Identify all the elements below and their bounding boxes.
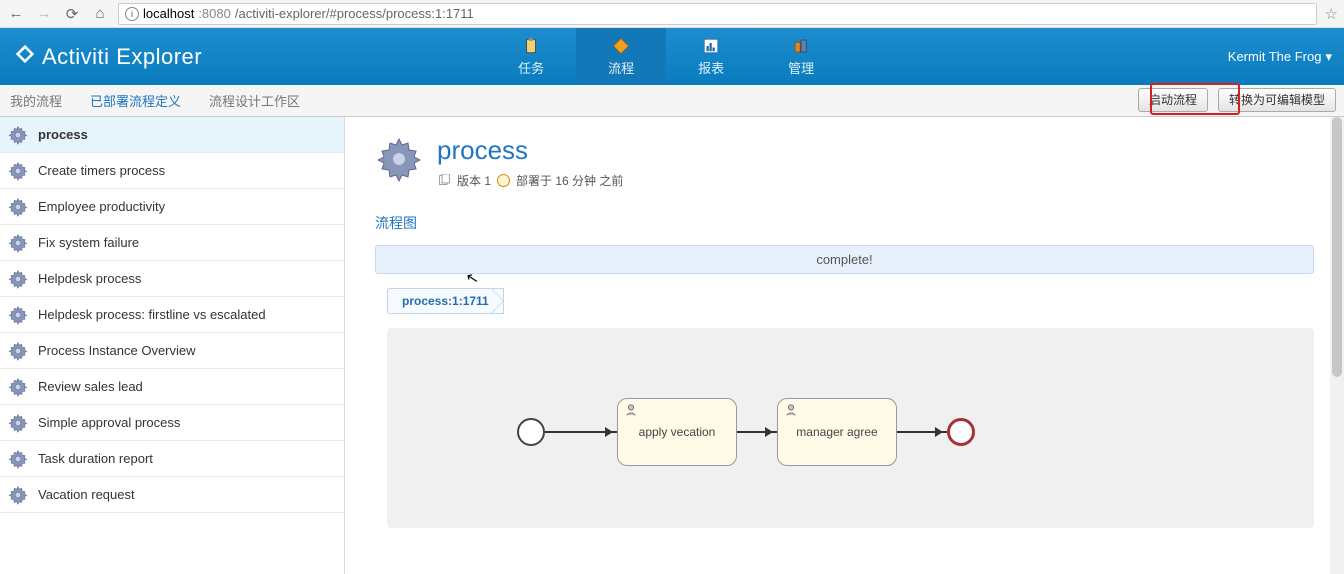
gear-icon [375,135,423,183]
home-button[interactable]: ⌂ [90,4,110,24]
nav-tab-label: 流程 [608,58,634,77]
sidebar: process Create timers process Employee pro… [0,117,345,574]
copy-icon [437,174,451,188]
top-nav: Activiti Explorer 任务 流程 报表 管理 Kermit The… [0,28,1344,85]
scrollbar[interactable] [1330,117,1344,574]
sidebar-item[interactable]: Simple approval process [0,405,344,441]
chevron-down-icon: ▾ [1325,49,1332,65]
gear-icon [8,197,28,217]
forward-button[interactable]: → [34,4,54,24]
url-port: :8080 [198,6,231,21]
bpmn-task-manager[interactable]: manager agree [777,398,897,466]
scrollbar-thumb[interactable] [1332,117,1342,377]
sidebar-item-label: Employee productivity [38,199,165,214]
chart-icon [702,37,720,55]
url-path: /activiti-explorer/#process/process:1:17… [235,6,474,21]
logo-sub: Explorer [116,44,202,69]
sidebar-item[interactable]: Review sales lead [0,369,344,405]
gear-icon [8,485,28,505]
address-bar[interactable]: i localhost :8080/activiti-explorer/#proc… [118,3,1317,25]
bpmn-task-apply[interactable]: apply vecation [617,398,737,466]
gear-icon [8,413,28,433]
sidebar-item[interactable]: Process Instance Overview [0,333,344,369]
nav-tab-label: 管理 [788,58,814,77]
nav-tab-reports[interactable]: 报表 [666,28,756,85]
user-icon [624,403,638,417]
browser-toolbar: ← → ⟳ ⌂ i localhost :8080/activiti-explor… [0,0,1344,28]
gear-icon [8,377,28,397]
nav-tab-label: 任务 [518,58,544,77]
sidebar-item-label: Vacation request [38,487,135,502]
buildings-icon [792,37,810,55]
task-label: apply vecation [639,425,716,439]
logo-brand: Activiti [42,44,110,69]
page-title: process [437,135,623,166]
breadcrumb[interactable]: process:1:1711 [387,288,504,314]
convert-model-button[interactable]: 转换为可编辑模型 [1218,88,1336,112]
deploy-label: 部署于 16 分钟 之前 [516,172,623,189]
gear-icon [8,269,28,289]
version-label: 版本 1 [457,172,491,189]
sidebar-item[interactable]: Vacation request [0,477,344,513]
sidebar-item-label: Process Instance Overview [38,343,196,358]
subnav-deployed[interactable]: 已部署流程定义 [90,91,181,110]
nav-tab-tasks[interactable]: 任务 [486,28,576,85]
bpmn-flow [897,431,947,433]
nav-tab-admin[interactable]: 管理 [756,28,846,85]
clipboard-icon [522,37,540,55]
bpmn-flow [545,431,617,433]
site-info-icon[interactable]: i [125,7,139,21]
gear-icon [8,233,28,253]
bpmn-flow [737,431,777,433]
bpmn-diagram[interactable]: apply vecation manager agree [387,328,1314,528]
status-bar: complete! [375,245,1314,274]
sidebar-item-label: Helpdesk process [38,271,141,286]
nav-tab-process[interactable]: 流程 [576,28,666,85]
logo[interactable]: Activiti Explorer [0,28,216,85]
diamond-icon [612,37,630,55]
sidebar-item-label: Create timers process [38,163,165,178]
sidebar-item[interactable]: Fix system failure [0,225,344,261]
sidebar-item-label: Simple approval process [38,415,180,430]
sidebar-item[interactable]: Helpdesk process [0,261,344,297]
bookmark-icon[interactable]: ☆ [1325,5,1338,23]
gear-icon [8,341,28,361]
clock-icon [497,174,510,187]
user-name: Kermit The Frog [1228,49,1322,64]
sidebar-item[interactable]: process [0,117,344,153]
subnav-my-process[interactable]: 我的流程 [10,91,62,110]
user-menu[interactable]: Kermit The Frog ▾ [1228,28,1332,85]
sidebar-item[interactable]: Helpdesk process: firstline vs escalated [0,297,344,333]
reload-button[interactable]: ⟳ [62,4,82,24]
section-title: 流程图 [375,213,1314,233]
gear-icon [8,305,28,325]
logo-icon [14,43,36,71]
nav-tabs: 任务 流程 报表 管理 [486,28,846,85]
sidebar-item-label: Review sales lead [38,379,143,394]
sidebar-item-label: Fix system failure [38,235,139,250]
bpmn-end-event[interactable] [947,418,975,446]
sidebar-item[interactable]: Task duration report [0,441,344,477]
sidebar-item[interactable]: Create timers process [0,153,344,189]
url-host: localhost [143,6,194,21]
bpmn-start-event[interactable] [517,418,545,446]
subnav-designer[interactable]: 流程设计工作区 [209,91,300,110]
sidebar-item-label: Helpdesk process: firstline vs escalated [38,307,266,322]
gear-icon [8,449,28,469]
gear-icon [8,161,28,181]
task-label: manager agree [796,425,877,439]
gear-icon [8,125,28,145]
start-process-button[interactable]: 启动流程 [1138,88,1208,112]
user-icon [784,403,798,417]
content-area: process 版本 1 部署于 16 分钟 之前 流程图 complete! … [345,117,1344,574]
page-meta: 版本 1 部署于 16 分钟 之前 [437,172,623,189]
nav-tab-label: 报表 [698,58,724,77]
back-button[interactable]: ← [6,4,26,24]
sidebar-item-label: process [38,127,88,142]
sidebar-item[interactable]: Employee productivity [0,189,344,225]
sidebar-item-label: Task duration report [38,451,153,466]
sub-nav: 我的流程 已部署流程定义 流程设计工作区 启动流程 转换为可编辑模型 [0,85,1344,117]
